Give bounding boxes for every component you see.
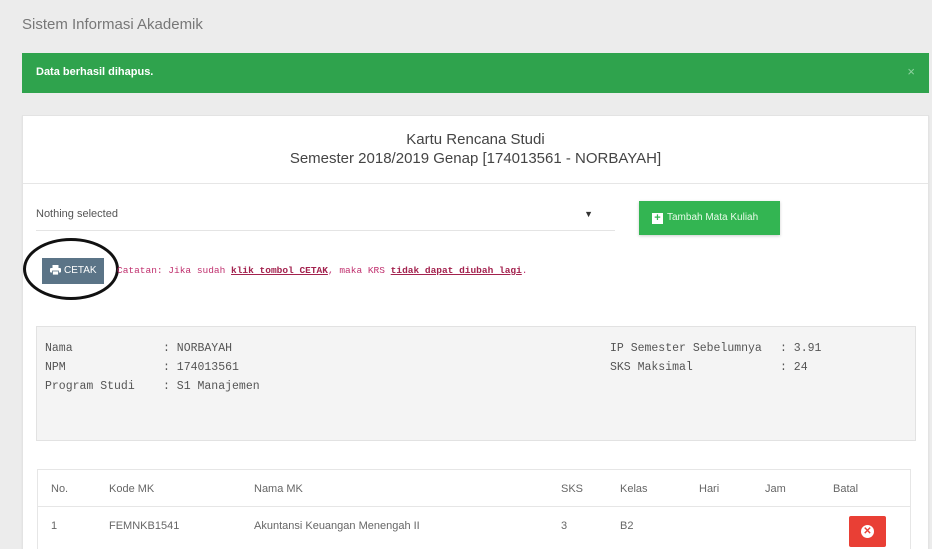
cancel-course-button[interactable]: ✕ [849, 516, 886, 547]
sks-value: : 24 [780, 361, 808, 374]
krs-title: Kartu Rencana Studi [406, 131, 545, 148]
printer-icon [50, 265, 61, 278]
ip-value: : 3.91 [780, 342, 822, 355]
col-batal: Batal [833, 483, 859, 495]
col-sks: SKS [561, 483, 584, 495]
nama-label: Nama [45, 342, 73, 355]
prodi-label: Program Studi [45, 380, 135, 393]
col-jam: Jam [765, 483, 786, 495]
add-course-button[interactable]: + Tambah Mata Kuliah [639, 201, 780, 235]
ip-label: IP Semester Sebelumnya [610, 342, 762, 355]
col-kelas: Kelas [620, 483, 648, 495]
note-middle: , maka KRS [327, 265, 391, 276]
plus-icon: + [652, 213, 663, 224]
course-select[interactable]: Nothing selected ▼ [36, 201, 615, 231]
success-alert: Data berhasil dihapus. × [22, 53, 929, 93]
note-emphasis-locked: tidak dapat diubah lagi [390, 265, 522, 276]
nama-value: : NORBAYAH [163, 342, 233, 355]
print-label: CETAK [64, 265, 97, 276]
cell-sks: 3 [561, 520, 568, 532]
course-select-value: Nothing selected [36, 208, 118, 220]
note-prefix: Catatan: Jika sudah [117, 265, 232, 276]
col-nama: Nama MK [254, 483, 303, 495]
table-row: 1 FEMNKB1541 Akuntansi Keuangan Menengah… [38, 507, 910, 549]
prodi-value: : S1 Manajemen [163, 380, 260, 393]
alert-close-button[interactable]: × [907, 64, 915, 79]
add-course-label: Tambah Mata Kuliah [667, 212, 759, 223]
col-kode: Kode MK [109, 483, 155, 495]
cell-no: 1 [51, 520, 58, 532]
note-suffix: . [521, 265, 528, 276]
student-info-box: Nama : NORBAYAH NPM : 174013561 Program … [36, 326, 916, 441]
course-table: No. Kode MK Nama MK SKS Kelas Hari Jam B… [37, 469, 911, 549]
npm-value: : 174013561 [163, 361, 239, 374]
close-circle-icon: ✕ [861, 525, 874, 538]
cell-kelas: B2 [620, 520, 634, 532]
card-header: Kartu Rencana Studi Semester 2018/2019 G… [23, 116, 928, 184]
cell-nama: Akuntansi Keuangan Menengah II [254, 520, 420, 532]
print-button[interactable]: CETAK [42, 258, 104, 284]
cell-kode: FEMNKB1541 [109, 520, 180, 532]
app-title: Sistem Informasi Akademik [22, 16, 203, 33]
krs-card: Kartu Rencana Studi Semester 2018/2019 G… [22, 115, 929, 549]
table-header: No. Kode MK Nama MK SKS Kelas Hari Jam B… [38, 470, 910, 507]
alert-message: Data berhasil dihapus. [36, 66, 154, 78]
caret-down-icon: ▼ [584, 209, 593, 219]
note-emphasis-print: klik tombol CETAK [231, 265, 328, 276]
print-note: Catatan: Jika sudah klik tombol CETAK, m… [117, 265, 528, 276]
sks-label: SKS Maksimal [610, 361, 693, 374]
col-hari: Hari [699, 483, 720, 495]
npm-label: NPM [45, 361, 66, 374]
col-no: No. [51, 483, 69, 495]
krs-subtitle: Semester 2018/2019 Genap [174013561 - NO… [289, 150, 662, 167]
